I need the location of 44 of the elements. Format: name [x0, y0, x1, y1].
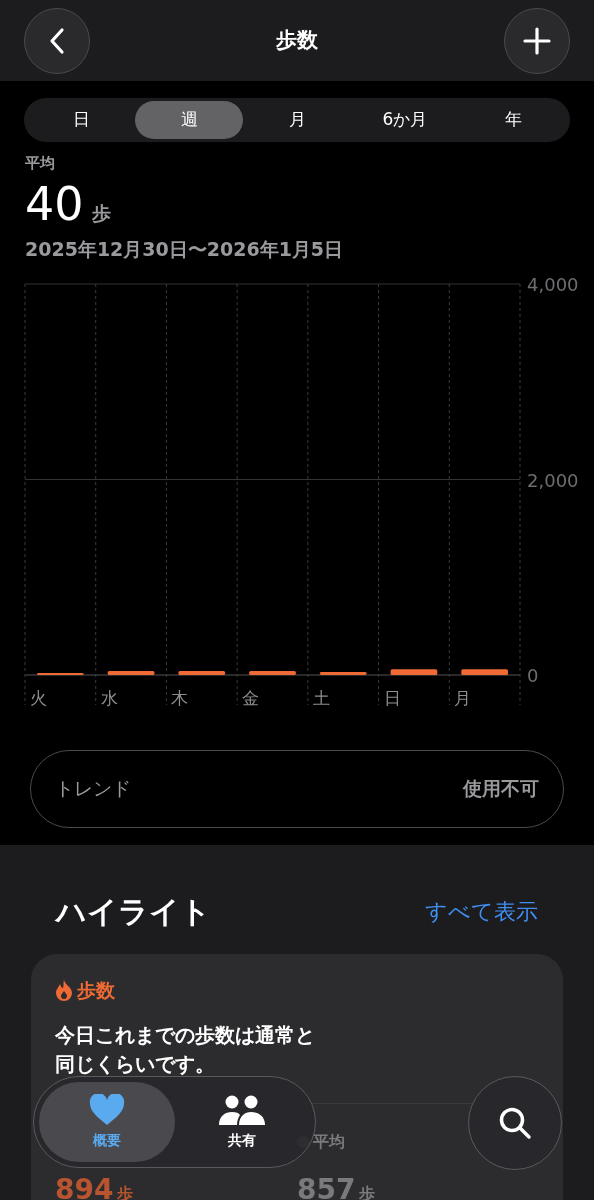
day-label: 金: [242, 687, 260, 708]
date-range: 2025年12月30日〜2026年1月5日: [25, 237, 345, 262]
bar: [461, 668, 508, 675]
heart-icon: [88, 1093, 125, 1126]
axis-tick-label: 4,000: [527, 273, 579, 295]
show-all-link[interactable]: すべて表示: [425, 895, 538, 928]
period-tab[interactable]: 日: [27, 101, 135, 139]
period-tab[interactable]: 6か月: [351, 101, 459, 139]
unit-label: 歩: [91, 200, 111, 226]
day-label: 木: [171, 687, 189, 708]
tab-button[interactable]: 概要: [39, 1082, 175, 1162]
trend-label: トレンド: [55, 776, 131, 802]
day-label: 日: [383, 687, 401, 708]
stat-label: 平均: [313, 1130, 345, 1153]
flame-icon: [55, 979, 73, 1002]
day-label: 火: [30, 687, 47, 708]
average-value: 40: [25, 180, 84, 227]
day-label: 土: [312, 687, 330, 708]
bar: [390, 668, 438, 675]
axis-tick-label: 0: [527, 664, 539, 686]
trend-value: 使用不可: [463, 776, 539, 802]
stat-value: 857: [297, 1175, 356, 1200]
period-tab[interactable]: 週: [135, 101, 243, 139]
tab-button[interactable]: 共有: [174, 1082, 310, 1162]
axis-tick-label: 2,000: [527, 469, 579, 490]
bar: [319, 671, 367, 675]
bar: [37, 672, 84, 675]
plus-icon: [523, 26, 551, 55]
search-icon: [498, 1106, 532, 1140]
stat-value: 894: [55, 1175, 114, 1200]
screen-title: 歩数: [276, 26, 318, 54]
highlight-text: 今日これまでの歩数は通常と同じくらいです。: [55, 1021, 316, 1078]
bar: [249, 670, 296, 675]
section-title: ハイライト: [56, 893, 211, 931]
category-label: 歩数: [77, 978, 115, 1003]
back-icon: [49, 26, 65, 55]
period-tab[interactable]: 年: [459, 101, 567, 139]
bar: [107, 670, 155, 675]
summary-label: 平均: [25, 153, 56, 174]
people-icon: [218, 1093, 267, 1126]
period-tab[interactable]: 月: [243, 101, 351, 139]
day-label: 月: [454, 687, 472, 708]
day-label: 水: [100, 687, 118, 708]
bar: [178, 670, 226, 675]
